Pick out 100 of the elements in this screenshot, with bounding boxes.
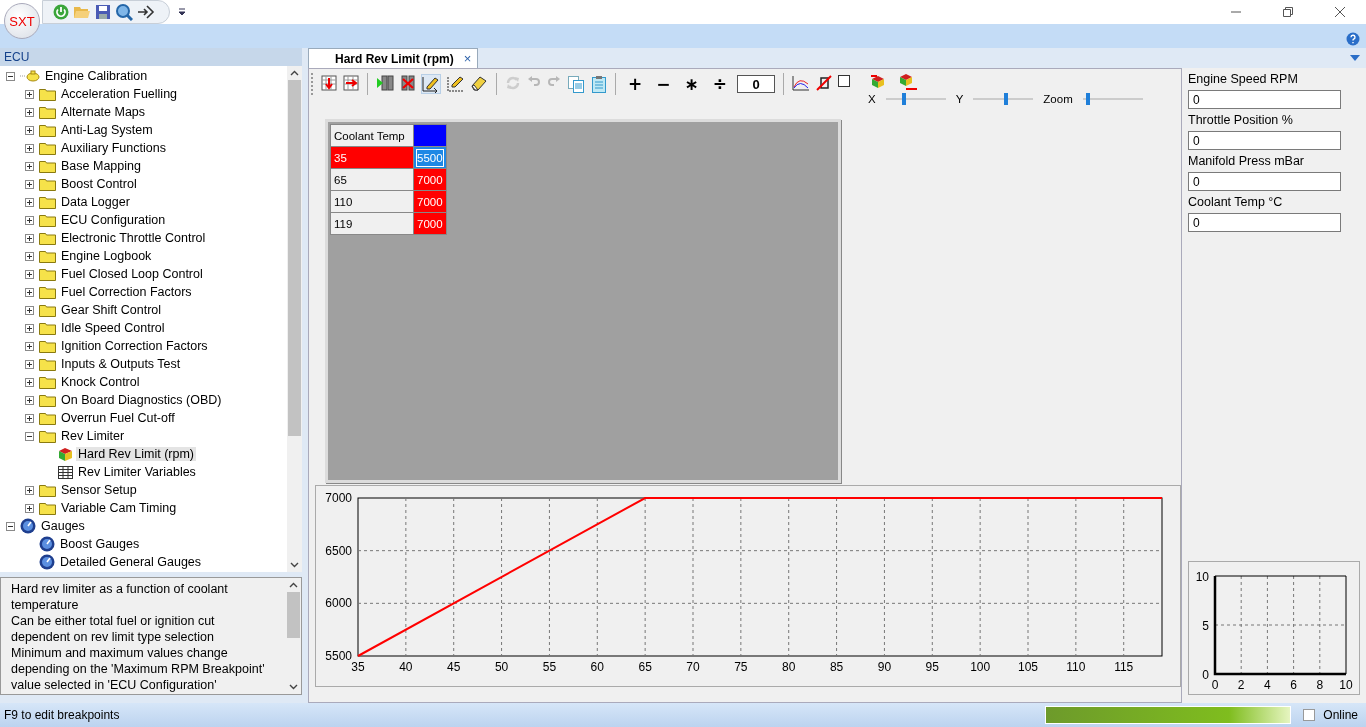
expand-icon[interactable] <box>25 413 34 423</box>
tree-item[interactable]: Knock Control <box>59 375 142 389</box>
cube-bar-icon[interactable] <box>898 73 918 91</box>
expand-icon[interactable] <box>25 323 34 333</box>
expand-icon[interactable] <box>25 197 34 207</box>
collapse-icon[interactable] <box>25 431 34 441</box>
checkbox[interactable] <box>838 75 850 87</box>
pencil-chart-icon[interactable] <box>446 75 464 93</box>
expand-icon[interactable] <box>25 341 34 351</box>
tree-item[interactable]: Rev Limiter Variables <box>76 465 198 479</box>
axis-cell[interactable]: 110 <box>330 190 414 213</box>
expand-icon[interactable] <box>25 395 34 405</box>
scroll-up-icon[interactable] <box>289 582 298 588</box>
eraser-icon[interactable] <box>470 75 488 91</box>
tree-item[interactable]: Electronic Throttle Control <box>59 231 208 245</box>
power-icon[interactable] <box>53 4 69 20</box>
scrollbar-thumb[interactable] <box>288 80 301 436</box>
expand-icon[interactable] <box>25 269 34 279</box>
expand-icon[interactable] <box>25 215 34 225</box>
restore-icon[interactable] <box>1282 6 1294 18</box>
tree-item[interactable]: Variable Cam Timing <box>59 501 179 515</box>
tree-item[interactable]: Acceleration Fuelling <box>59 87 180 101</box>
expand-icon[interactable] <box>25 161 34 171</box>
slider-thumb[interactable] <box>1004 93 1009 105</box>
expand-icon[interactable] <box>25 503 34 513</box>
app-logo-button[interactable]: SXT <box>4 3 40 39</box>
value-field[interactable]: 0 <box>1188 90 1341 109</box>
operator-button[interactable]: ∗ <box>680 75 703 93</box>
tree-item[interactable]: Boost Control <box>59 177 139 191</box>
clipboard-icon[interactable] <box>591 75 607 93</box>
tree-item[interactable]: Hard Rev Limit (rpm) <box>76 447 196 461</box>
expand-icon[interactable] <box>25 287 34 297</box>
slider-thumb[interactable] <box>1085 93 1090 105</box>
tree-item[interactable]: Auxiliary Functions <box>59 141 168 155</box>
axis-cell[interactable]: 119 <box>330 212 414 235</box>
value-field[interactable]: 0 <box>737 75 775 93</box>
operator-button[interactable]: + <box>624 75 647 93</box>
copy-icon[interactable] <box>567 75 585 93</box>
scrollbar-thumb[interactable] <box>287 592 300 638</box>
axis-cell[interactable]: 35 <box>330 146 414 169</box>
tree-item[interactable]: On Board Diagnostics (OBD) <box>59 393 224 407</box>
search-icon[interactable] <box>115 3 133 21</box>
operator-button[interactable]: ÷ <box>708 75 731 93</box>
expand-icon[interactable] <box>25 485 34 495</box>
grid-right-arrow-icon[interactable] <box>343 75 359 91</box>
tree-item[interactable]: ECU Configuration <box>59 213 168 227</box>
tree-item[interactable]: Data Logger <box>59 195 132 209</box>
expand-icon[interactable] <box>25 377 34 387</box>
value-field[interactable]: 0 <box>1188 213 1341 232</box>
tree-item[interactable]: Gear Shift Control <box>59 303 164 317</box>
grid-down-arrow-icon[interactable] <box>321 75 337 91</box>
tree-item[interactable]: Overrun Fuel Cut-off <box>59 411 177 425</box>
tree-item[interactable]: Idle Speed Control <box>59 321 167 335</box>
expand-icon[interactable] <box>25 251 34 261</box>
expand-icon[interactable] <box>25 179 34 189</box>
online-checkbox[interactable] <box>1303 709 1316 721</box>
arrow-icon[interactable] <box>137 4 155 20</box>
tree-item[interactable]: Gauges <box>39 519 87 533</box>
slider-thumb[interactable] <box>901 93 906 105</box>
expand-icon[interactable] <box>25 89 34 99</box>
tree-item[interactable]: Alternate Maps <box>59 105 148 119</box>
tree-item[interactable]: Boost Gauges <box>58 537 142 551</box>
scroll-down-icon[interactable] <box>290 562 299 568</box>
scroll-down-icon[interactable] <box>289 684 298 690</box>
axis-cell[interactable]: 65 <box>330 168 414 191</box>
tab-close-button[interactable]: × <box>463 51 472 66</box>
tree-item[interactable]: Detailed General Gauges <box>58 555 204 569</box>
dropdown-icon[interactable] <box>1350 55 1360 61</box>
value-field[interactable]: 0 <box>1188 172 1341 191</box>
value-field[interactable]: 0 <box>1188 131 1341 150</box>
tree-item[interactable]: Fuel Correction Factors <box>59 285 194 299</box>
tree-item[interactable]: Ignition Correction Factors <box>59 339 210 353</box>
tree-item[interactable]: Rev Limiter <box>59 429 127 443</box>
tree-item[interactable]: Inputs & Outputs Test <box>59 357 183 371</box>
customize-icon[interactable] <box>178 8 186 16</box>
tree-item[interactable]: Base Mapping <box>59 159 143 173</box>
tree-item[interactable]: Engine Calibration <box>43 69 150 83</box>
line-chart-icon[interactable] <box>792 75 810 91</box>
tree-item[interactable]: Anti-Lag System <box>59 123 155 137</box>
expand-icon[interactable] <box>25 359 34 369</box>
tree-item[interactable]: Sensor Setup <box>59 483 139 497</box>
tree-item[interactable]: Engine Logbook <box>59 249 154 263</box>
tree-item[interactable]: Fuel Closed Loop Control <box>59 267 205 281</box>
expand-icon[interactable] <box>25 143 34 153</box>
expand-icon[interactable] <box>25 107 34 117</box>
collapse-icon[interactable] <box>6 521 15 531</box>
close-icon[interactable] <box>1334 6 1346 18</box>
cube-arrow-icon[interactable] <box>870 73 886 89</box>
delete-bars-icon[interactable] <box>400 75 416 91</box>
expand-icon[interactable] <box>25 125 34 135</box>
crossed-out-icon[interactable] <box>816 75 832 91</box>
scroll-up-icon[interactable] <box>290 70 299 76</box>
document-tab[interactable]: Hard Rev Limit (rpm) × <box>308 47 479 69</box>
help-icon[interactable] <box>1346 32 1360 46</box>
expand-icon[interactable] <box>25 305 34 315</box>
expand-icon[interactable] <box>25 233 34 243</box>
play-bars-icon[interactable] <box>376 75 394 91</box>
save-icon[interactable] <box>95 4 111 20</box>
collapse-icon[interactable] <box>6 71 15 81</box>
operator-button[interactable]: − <box>652 75 675 93</box>
